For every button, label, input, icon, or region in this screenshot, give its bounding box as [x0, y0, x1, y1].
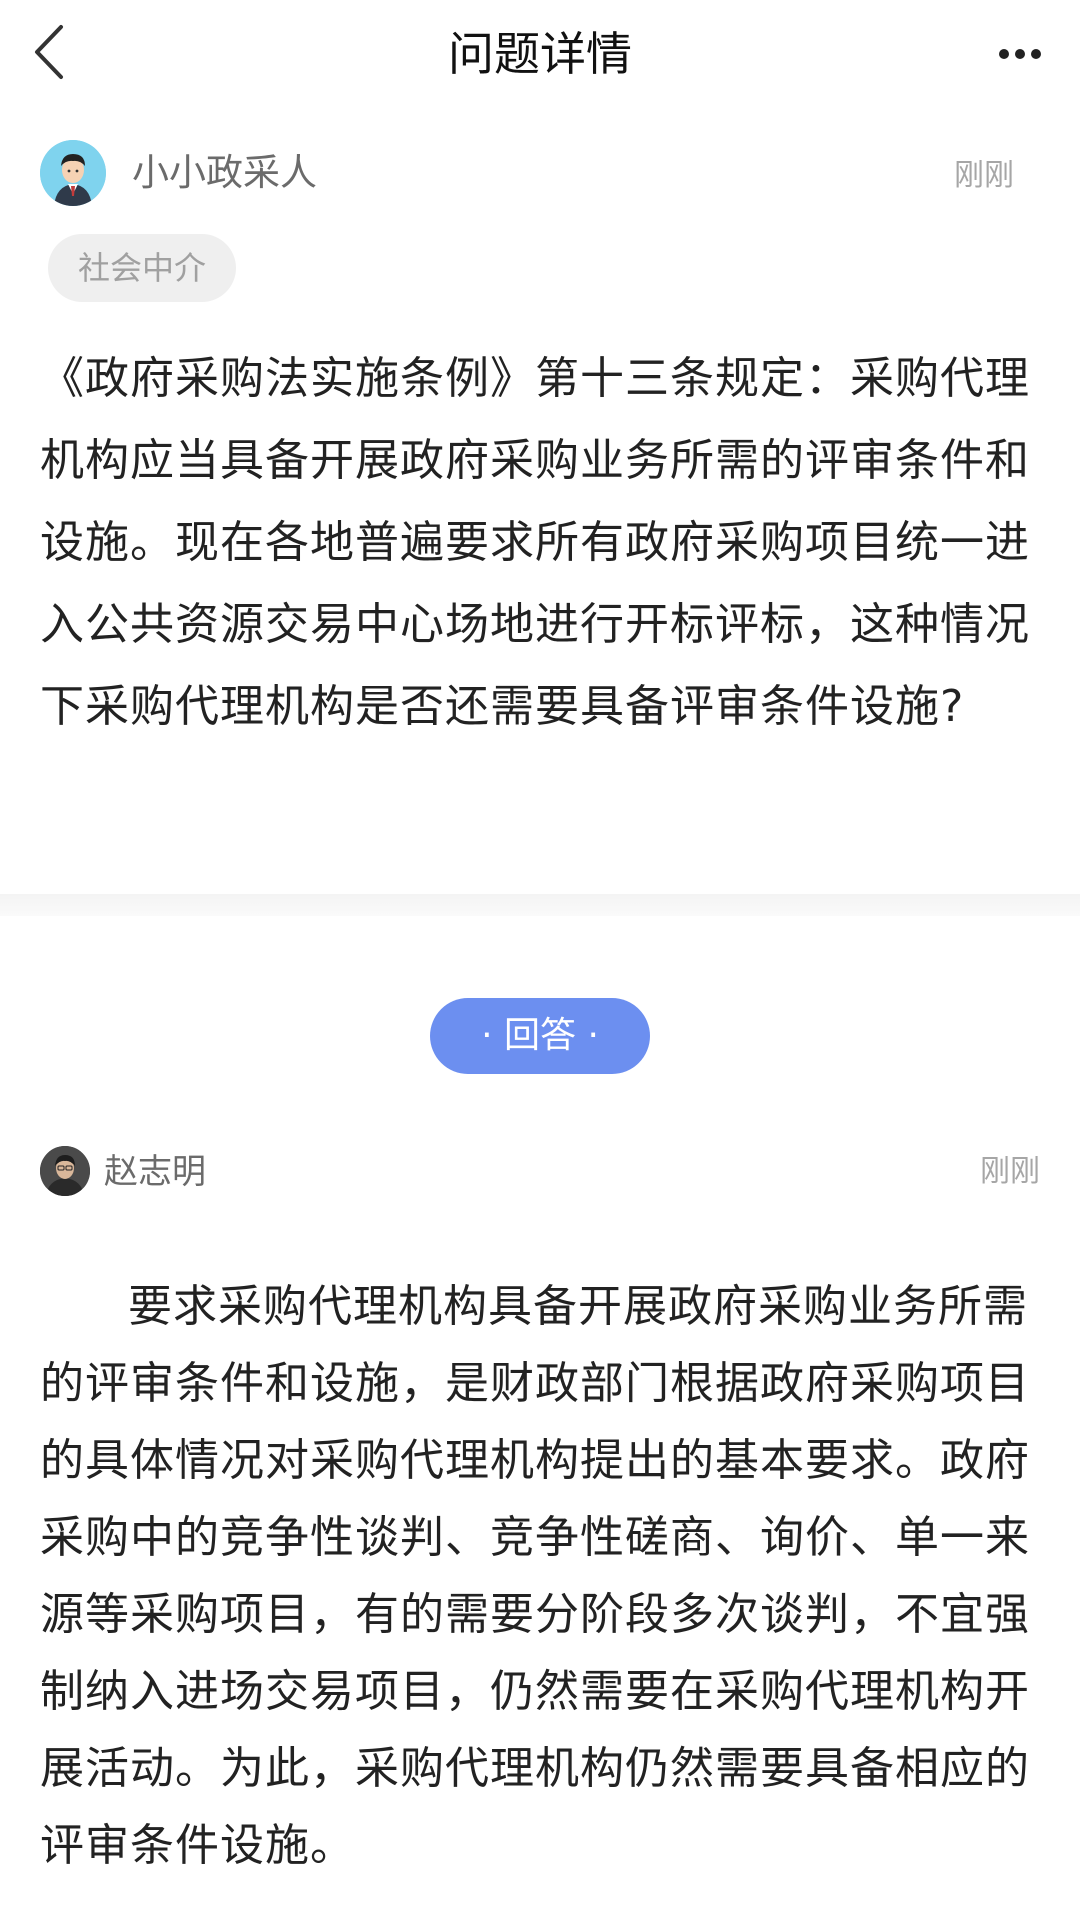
more-button[interactable]	[988, 30, 1052, 78]
more-dots-icon	[998, 45, 1042, 64]
answer-timestamp: 刚刚	[980, 1154, 1040, 1189]
avatar[interactable]	[40, 1146, 90, 1196]
section-divider	[0, 894, 1080, 916]
page-title: 问题详情	[448, 27, 632, 81]
avatar[interactable]	[40, 140, 106, 206]
user-photo-icon	[40, 1146, 90, 1196]
category-tag[interactable]: 社会中介	[48, 234, 237, 302]
question-timestamp: 刚刚	[954, 158, 1014, 193]
top-nav-bar: 问题详情	[0, 0, 1080, 108]
answer-section-label[interactable]: · 回答 ·	[430, 998, 650, 1074]
question-author-name[interactable]: 小小政采人	[132, 148, 317, 198]
user-avatar-icon	[40, 140, 106, 206]
question-author-row: 小小政采人 刚刚	[40, 140, 1040, 210]
answer-author-name[interactable]: 赵志明	[104, 1148, 206, 1196]
answer-author-row: 赵志明 刚刚	[40, 1146, 1040, 1202]
answer-body: 要求采购代理机构具备开展政府采购业务所需的评审条件和设施，是财政部门根据政府采购…	[40, 1281, 1030, 1871]
question-body: 《政府采购法实施条例》第十三条规定：采购代理机构应当具备开展政府采购业务所需的评…	[40, 353, 1030, 732]
